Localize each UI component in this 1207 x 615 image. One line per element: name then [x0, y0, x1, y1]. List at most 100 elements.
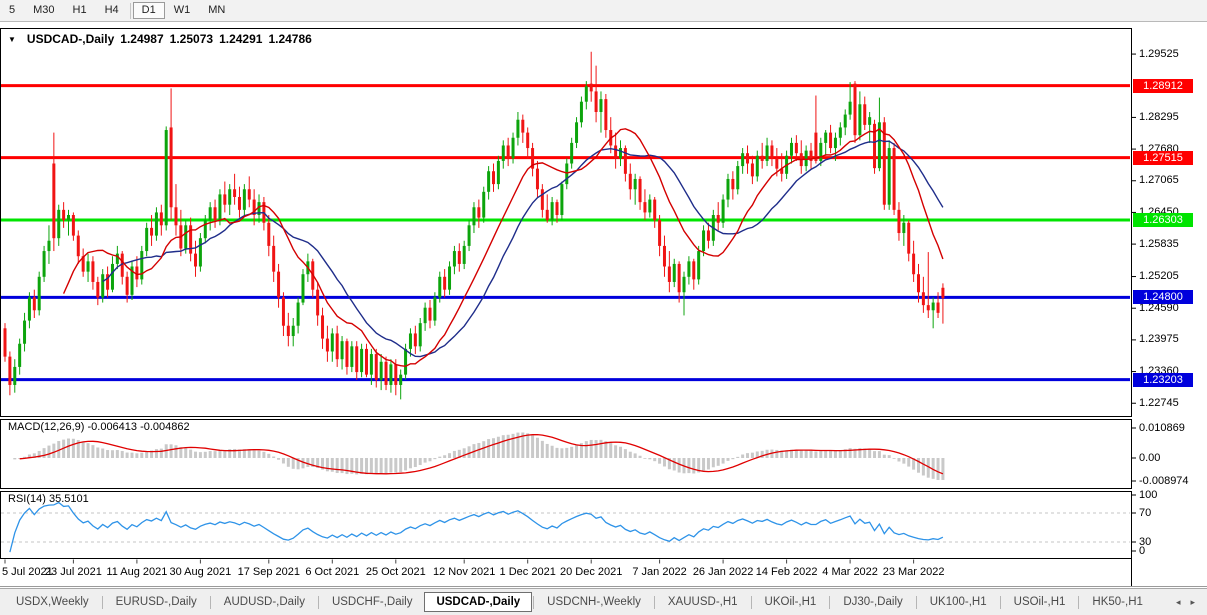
tab-hk50-h1[interactable]: HK50-,H1: [1080, 592, 1155, 612]
macd-histogram-bar: [726, 458, 729, 461]
macd-histogram-bar: [258, 451, 261, 458]
macd-histogram-bar: [487, 439, 490, 458]
candle-body: [580, 102, 583, 123]
candle-body: [570, 143, 573, 164]
tab-usdcnh-weekly[interactable]: USDCNH-,Weekly: [535, 592, 653, 612]
candle-body: [863, 104, 866, 125]
macd-histogram-bar: [536, 438, 539, 458]
candle-body: [350, 346, 353, 367]
macd-histogram-bar: [433, 458, 436, 459]
candle-body: [639, 179, 642, 202]
tab-usdchf-daily[interactable]: USDCHF-,Daily: [320, 592, 425, 612]
candle-body: [668, 267, 671, 282]
macd-histogram-bar: [428, 458, 431, 461]
candle-body: [512, 138, 515, 159]
tab-scroll-left-icon[interactable]: ◂: [1176, 597, 1181, 608]
candle-body: [663, 246, 666, 267]
candle-body: [4, 328, 7, 356]
tab-usdx-weekly[interactable]: USDX,Weekly: [4, 592, 101, 612]
tab-dj30-daily[interactable]: DJ30-,Daily: [831, 592, 914, 612]
macd-histogram-bar: [47, 446, 50, 458]
macd-histogram-bar: [375, 458, 378, 474]
time-tick-label: 23 Mar 2022: [883, 566, 945, 578]
tab-separator: [654, 596, 655, 609]
tab-scroll-right-icon[interactable]: ▸: [1190, 597, 1195, 608]
candle-body: [316, 290, 319, 316]
macd-value-main: -0.006413: [87, 421, 137, 433]
candle-body: [155, 212, 158, 235]
tab-usdcad-daily[interactable]: USDCAD-,Daily: [424, 592, 532, 612]
chart-canvas[interactable]: [0, 0, 1207, 615]
candle-body: [424, 308, 427, 323]
candle-body: [888, 148, 891, 205]
macd-histogram-bar: [468, 446, 471, 458]
chart-symbol: USDCAD-,Daily: [27, 32, 114, 46]
macd-histogram-bar: [106, 450, 109, 458]
macd-histogram-bar: [604, 441, 607, 458]
tab-ukoil-h1[interactable]: UKOil-,H1: [753, 592, 829, 612]
price-tick-label: 1.29525: [1139, 48, 1179, 60]
candle-body: [18, 344, 21, 367]
candle-body: [433, 297, 436, 320]
tab-uk100-h1[interactable]: UK100-,H1: [918, 592, 999, 612]
chart-dropdown-icon: ▼: [8, 35, 16, 44]
macd-histogram-bar: [82, 442, 85, 458]
tab-usoil-h1[interactable]: USOil-,H1: [1002, 592, 1078, 612]
macd-histogram-bar: [722, 458, 725, 464]
macd-histogram-bar: [199, 452, 202, 458]
macd-histogram-bar: [282, 458, 285, 463]
macd-histogram-bar: [775, 450, 778, 458]
tab-xauusd-h1[interactable]: XAUUSD-,H1: [656, 592, 750, 612]
time-tick-label: 14 Feb 2022: [756, 566, 818, 578]
macd-histogram-bar: [897, 458, 900, 461]
macd-histogram-bar: [345, 458, 348, 474]
candle-body: [619, 148, 622, 158]
rsi-value: 35.5101: [49, 493, 89, 505]
candle-body: [428, 308, 431, 321]
candle-body: [726, 179, 729, 200]
chart-title: ▼USDCAD-,Daily1.249871.250731.242911.247…: [8, 32, 312, 46]
candle-body: [331, 333, 334, 351]
candle-body: [448, 267, 451, 290]
price-tick-label: 1.27065: [1139, 174, 1179, 186]
candle-body: [321, 315, 324, 338]
tab-eurusd-daily[interactable]: EURUSD-,Daily: [104, 592, 209, 612]
candle-body: [111, 264, 114, 290]
macd-histogram-bar: [170, 444, 173, 458]
macd-histogram-bar: [131, 453, 134, 458]
macd-histogram-bar: [272, 457, 275, 458]
candle-body: [238, 197, 241, 210]
macd-histogram-bar: [595, 440, 598, 458]
candle-body: [404, 349, 407, 375]
tab-audusd-daily[interactable]: AUDUSD-,Daily: [212, 592, 317, 612]
candle-body: [243, 189, 246, 210]
candle-body: [868, 117, 871, 125]
candle-body: [795, 143, 798, 153]
macd-histogram-bar: [609, 443, 612, 458]
macd-histogram-bar: [673, 458, 676, 470]
candle-body: [38, 277, 41, 310]
macd-histogram-bar: [409, 458, 412, 468]
macd-histogram-bar: [72, 439, 75, 458]
macd-histogram-bar: [414, 458, 417, 467]
macd-histogram-bar: [556, 448, 559, 458]
candle-body: [814, 133, 817, 161]
candle-body: [292, 326, 295, 336]
candle-body: [72, 215, 75, 236]
macd-histogram-bar: [443, 455, 446, 458]
macd-histogram-bar: [531, 435, 534, 458]
candle-body: [13, 367, 16, 385]
macd-histogram-bar: [751, 453, 754, 458]
macd-histogram-bar: [248, 449, 251, 458]
time-tick-label: 4 Mar 2022: [822, 566, 878, 578]
candle-body: [902, 223, 905, 233]
candle-body: [595, 91, 598, 112]
candle-body: [492, 171, 495, 184]
candle-body: [77, 236, 80, 257]
macd-histogram-bar: [116, 450, 119, 458]
price-tick-label: 1.25835: [1139, 238, 1179, 250]
candle-body: [67, 215, 70, 220]
time-tick-label: 7 Jan 2022: [632, 566, 686, 578]
candle-body: [824, 133, 827, 143]
macd-histogram-bar: [570, 447, 573, 458]
